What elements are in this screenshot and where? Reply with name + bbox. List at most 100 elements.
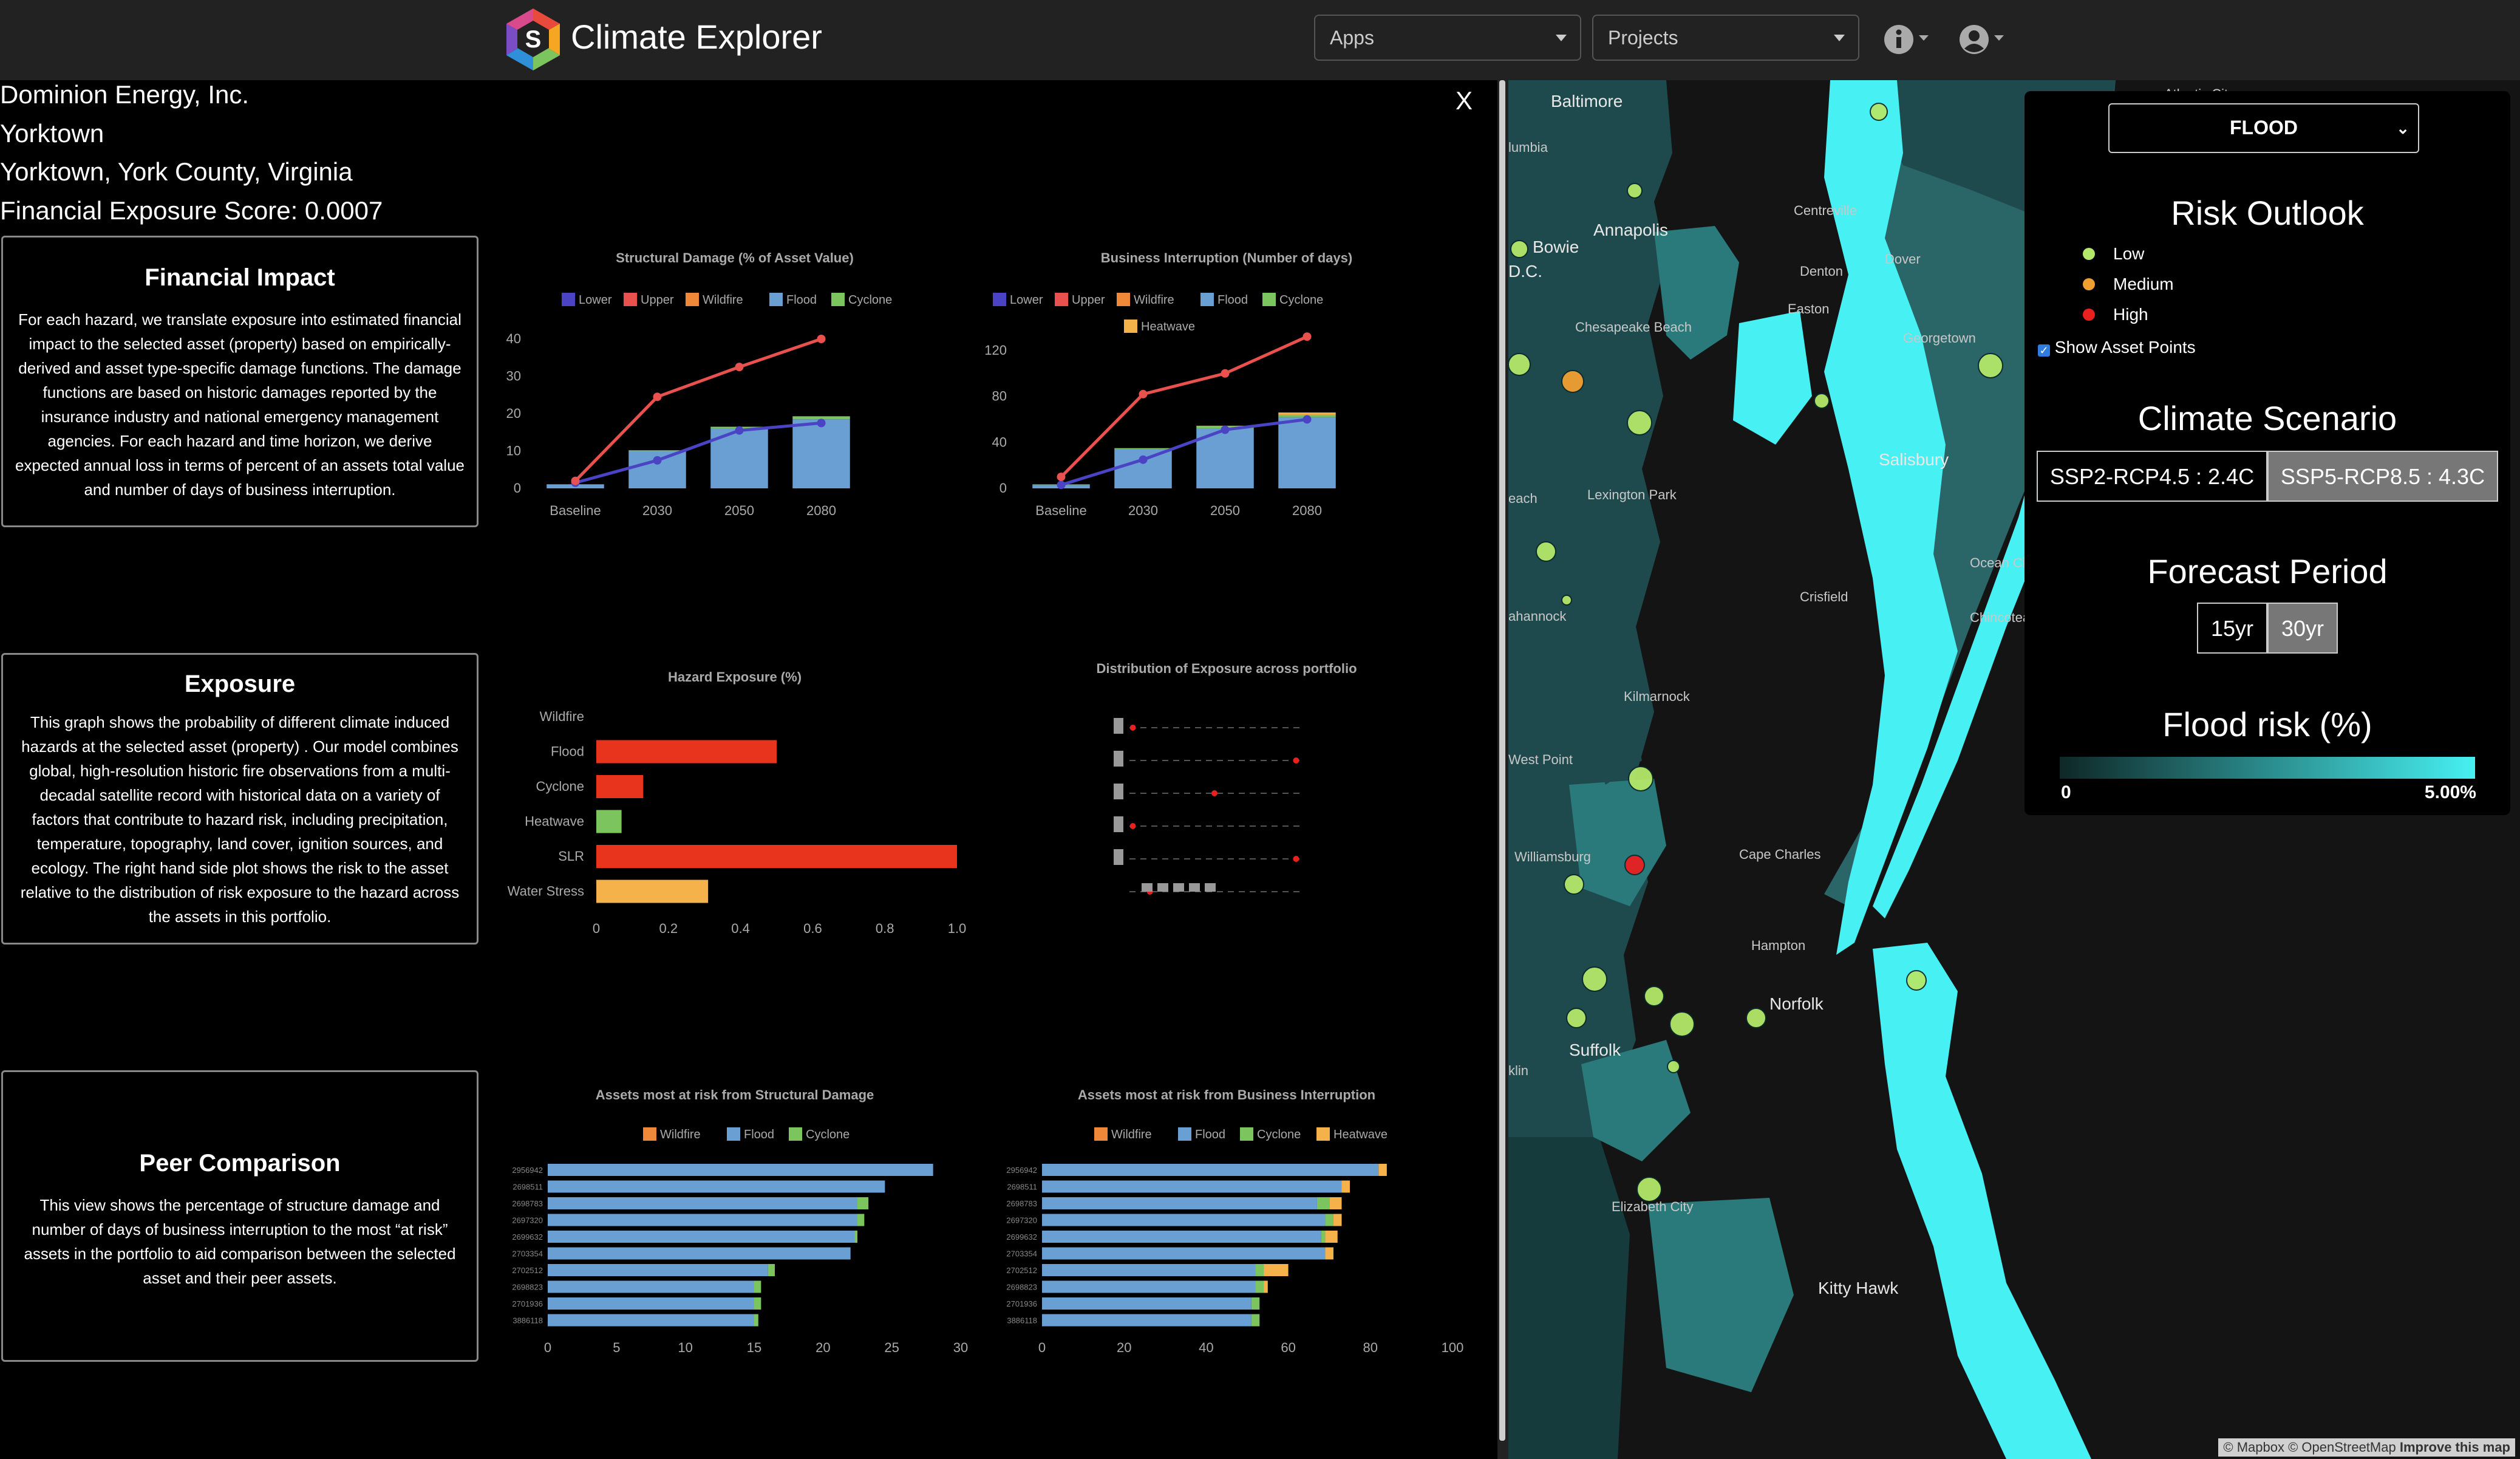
point-upper[interactable]: [735, 363, 744, 372]
asset-position-marker[interactable]: [1211, 790, 1217, 796]
peer-bar-cyclone[interactable]: [1251, 1314, 1260, 1327]
asset-point-marker[interactable]: [1508, 353, 1531, 376]
asset-point-marker[interactable]: [1627, 410, 1652, 436]
hazard-bar[interactable]: [596, 845, 957, 868]
checkbox-checked-icon[interactable]: ✓: [2038, 344, 2050, 357]
legend-label-wildfire[interactable]: Wildfire: [660, 1128, 701, 1141]
line-upper[interactable]: [574, 337, 822, 482]
peer-bar-cyclone[interactable]: [857, 1214, 865, 1226]
legend-swatch-upper[interactable]: [624, 293, 637, 306]
peer-bar-cyclone[interactable]: [1255, 1280, 1264, 1293]
legend-label-wildfire[interactable]: Wildfire: [1111, 1128, 1152, 1141]
legend-label-cyclone[interactable]: Cyclone: [1257, 1128, 1301, 1141]
peer-bar-heatwave[interactable]: [1325, 1247, 1333, 1260]
distribution-histogram-bin[interactable]: [1189, 883, 1200, 892]
peer-bar-cyclone[interactable]: [1251, 1297, 1260, 1310]
peer-bar-flood[interactable]: [1042, 1197, 1317, 1209]
legend-swatch-flood[interactable]: [769, 293, 783, 306]
legend-swatch-lower[interactable]: [993, 293, 1006, 306]
peer-bar-cyclone[interactable]: [768, 1264, 775, 1276]
legend-label-flood[interactable]: Flood: [786, 293, 817, 307]
line-upper[interactable]: [1060, 335, 1308, 478]
legend-label-cyclone[interactable]: Cyclone: [848, 293, 892, 307]
legend-label-lower[interactable]: Lower: [579, 293, 612, 307]
forecast-30yr-button[interactable]: 30yr: [2267, 603, 2338, 654]
peer-bar-cyclone[interactable]: [1321, 1231, 1326, 1243]
info-menu-button[interactable]: [1884, 24, 1932, 55]
legend-label-cyclone[interactable]: Cyclone: [806, 1128, 850, 1141]
peer-bar-cyclone[interactable]: [754, 1297, 761, 1310]
legend-swatch-cyclone[interactable]: [789, 1127, 802, 1141]
distribution-histogram-bin[interactable]: [1114, 751, 1123, 767]
asset-point-marker[interactable]: [1814, 393, 1830, 409]
peer-bar-flood[interactable]: [548, 1180, 885, 1193]
distribution-histogram-bin[interactable]: [1173, 883, 1184, 892]
user-menu-button[interactable]: [1959, 24, 2007, 55]
point-lower[interactable]: [1221, 425, 1230, 434]
asset-point-marker[interactable]: [1627, 183, 1643, 199]
scenario-ssp5-button[interactable]: SSP5-RCP8.5 : 4.3C: [2267, 451, 2498, 502]
asset-point-marker[interactable]: [1644, 986, 1664, 1006]
hazard-bar[interactable]: [596, 810, 622, 833]
asset-point-marker[interactable]: [1582, 966, 1607, 992]
asset-point-marker[interactable]: [1667, 1060, 1680, 1073]
legend-swatch-wildfire[interactable]: [1117, 293, 1130, 306]
asset-point-marker[interactable]: [1746, 1008, 1766, 1028]
app-title[interactable]: Climate Explorer: [571, 17, 822, 56]
legend-swatch-cyclone[interactable]: [1262, 293, 1276, 306]
scrollbar-thumb[interactable]: [1499, 80, 1505, 1441]
projects-dropdown[interactable]: Projects: [1592, 15, 1859, 61]
peer-bar-heatwave[interactable]: [1378, 1164, 1387, 1176]
asset-point-marker[interactable]: [1870, 103, 1888, 121]
asset-point-marker[interactable]: [1624, 855, 1645, 875]
bar-flood[interactable]: [1278, 417, 1336, 488]
peer-bar-cyclone[interactable]: [754, 1280, 761, 1293]
line-lower[interactable]: [574, 421, 822, 485]
asset-position-marker[interactable]: [1129, 725, 1136, 731]
show-asset-points-toggle[interactable]: ✓ Show Asset Points: [2038, 338, 2196, 357]
asset-point-marker[interactable]: [1564, 874, 1584, 895]
peer-bar-flood[interactable]: [548, 1231, 855, 1243]
close-panel-button[interactable]: X: [1456, 86, 1473, 115]
legend-swatch-flood[interactable]: [727, 1127, 740, 1141]
distribution-histogram-bin[interactable]: [1114, 849, 1123, 865]
point-upper[interactable]: [653, 392, 662, 401]
peer-bar-flood[interactable]: [1042, 1180, 1342, 1193]
point-lower[interactable]: [1139, 455, 1148, 464]
point-upper[interactable]: [1221, 369, 1230, 378]
asset-position-marker[interactable]: [1129, 823, 1136, 829]
legend-swatch-wildfire[interactable]: [1094, 1127, 1108, 1141]
hazard-bar[interactable]: [596, 880, 709, 903]
peer-bar-flood[interactable]: [1042, 1164, 1379, 1176]
asset-point-marker[interactable]: [1906, 970, 1927, 991]
apps-dropdown[interactable]: Apps: [1314, 15, 1581, 61]
point-lower[interactable]: [1057, 480, 1066, 490]
legend-label-heatwave[interactable]: Heatwave: [1333, 1128, 1388, 1141]
peer-bar-flood[interactable]: [548, 1314, 754, 1327]
legend-label-lower[interactable]: Lower: [1010, 293, 1043, 307]
distribution-histogram-bin[interactable]: [1114, 784, 1123, 799]
point-lower[interactable]: [735, 426, 744, 435]
peer-bar-heatwave[interactable]: [1333, 1214, 1342, 1226]
legend-label-flood[interactable]: Flood: [1195, 1128, 1225, 1141]
line-lower[interactable]: [1060, 417, 1307, 487]
asset-point-marker[interactable]: [1669, 1011, 1695, 1037]
forecast-15yr-button[interactable]: 15yr: [2197, 603, 2267, 654]
legend-swatch-flood[interactable]: [1178, 1127, 1191, 1141]
point-upper[interactable]: [571, 476, 580, 485]
distribution-histogram-bin[interactable]: [1114, 718, 1123, 734]
peer-bar-cyclone[interactable]: [1255, 1264, 1264, 1276]
distribution-histogram-bin[interactable]: [1157, 883, 1168, 892]
hazard-select[interactable]: FLOOD ⌄: [2108, 103, 2419, 153]
legend-label-upper[interactable]: Upper: [1072, 293, 1105, 307]
peer-bar-flood[interactable]: [548, 1264, 768, 1276]
asset-point-marker[interactable]: [1566, 1008, 1587, 1028]
asset-point-marker[interactable]: [1636, 1177, 1662, 1202]
app-logo-icon[interactable]: S: [504, 7, 562, 72]
peer-bar-heatwave[interactable]: [1264, 1280, 1268, 1293]
asset-point-marker[interactable]: [1561, 595, 1572, 606]
point-upper[interactable]: [1303, 332, 1312, 341]
peer-bar-flood[interactable]: [548, 1297, 754, 1310]
peer-bar-flood[interactable]: [548, 1214, 857, 1226]
point-upper[interactable]: [1139, 389, 1148, 398]
